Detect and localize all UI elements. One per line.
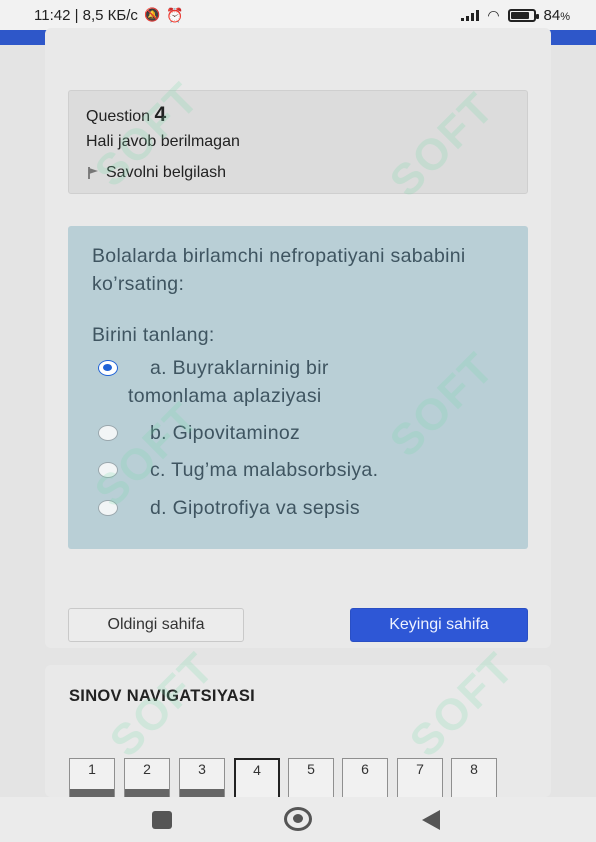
triangle-back-icon[interactable]	[422, 810, 440, 830]
answered-marker	[70, 789, 114, 797]
status-bar: 11:42 | 8,5 КБ/с 🔕 ⏰ ◠ 84%	[0, 0, 596, 30]
option-a-label-cont: tomonlama aplaziyasi	[128, 385, 322, 407]
option-b-radio[interactable]	[98, 425, 118, 441]
signal-icon	[461, 9, 480, 21]
answered-marker	[125, 789, 169, 797]
quiz-nav-button-4[interactable]: 4	[234, 758, 280, 797]
quiz-nav-label: 2	[143, 761, 151, 777]
quiz-nav-label: 8	[470, 761, 478, 777]
option-c-label: c. Tug’ma malabsorbsiya.	[150, 459, 379, 481]
quiz-nav-button-3[interactable]: 3	[179, 758, 225, 797]
option-a-label: a. Buyraklarninig bir	[150, 357, 329, 379]
circle-home-icon[interactable]	[284, 807, 312, 831]
previous-page-button[interactable]: Oldingi sahifa	[68, 608, 244, 642]
answer-prompt: Birini tanlang:	[92, 324, 215, 346]
option-d-label: d. Gipotrofiya va sepsis	[150, 497, 360, 519]
option-a-radio[interactable]	[98, 360, 118, 376]
quiz-nav-label: 1	[88, 761, 96, 777]
alarm-icon: ⏰	[166, 6, 184, 23]
quiz-nav-button-1[interactable]: 1	[69, 758, 115, 797]
answered-marker	[180, 789, 224, 797]
quiz-nav-label: 5	[307, 761, 315, 777]
square-icon[interactable]	[152, 811, 172, 829]
status-time: 11:42 | 8,5 КБ/с	[34, 6, 138, 24]
quiz-nav-label: 7	[416, 761, 424, 777]
mute-icon: 🔕	[143, 7, 161, 22]
quiz-nav-button-5[interactable]: 5	[288, 758, 334, 797]
quiz-nav-button-6[interactable]: 6	[342, 758, 388, 797]
quiz-nav-label: 6	[361, 761, 369, 777]
question-text: Bolalarda birlamchi nefropatiyani sababi…	[92, 245, 466, 295]
quiz-nav-label: 4	[253, 762, 261, 778]
battery-icon	[507, 8, 539, 22]
next-page-button[interactable]: Keyingi sahifa	[350, 608, 528, 642]
battery-level: 84%	[543, 6, 570, 24]
quiz-nav-label: 3	[198, 761, 206, 777]
wifi-icon: ◠	[487, 6, 500, 23]
system-navigation-bar	[0, 797, 596, 842]
quiz-nav-button-8[interactable]: 8	[451, 758, 497, 797]
status-right: ◠ 84%	[461, 7, 570, 24]
status-left: 11:42 | 8,5 КБ/с 🔕 ⏰	[34, 7, 184, 24]
quiz-nav-button-2[interactable]: 2	[124, 758, 170, 797]
